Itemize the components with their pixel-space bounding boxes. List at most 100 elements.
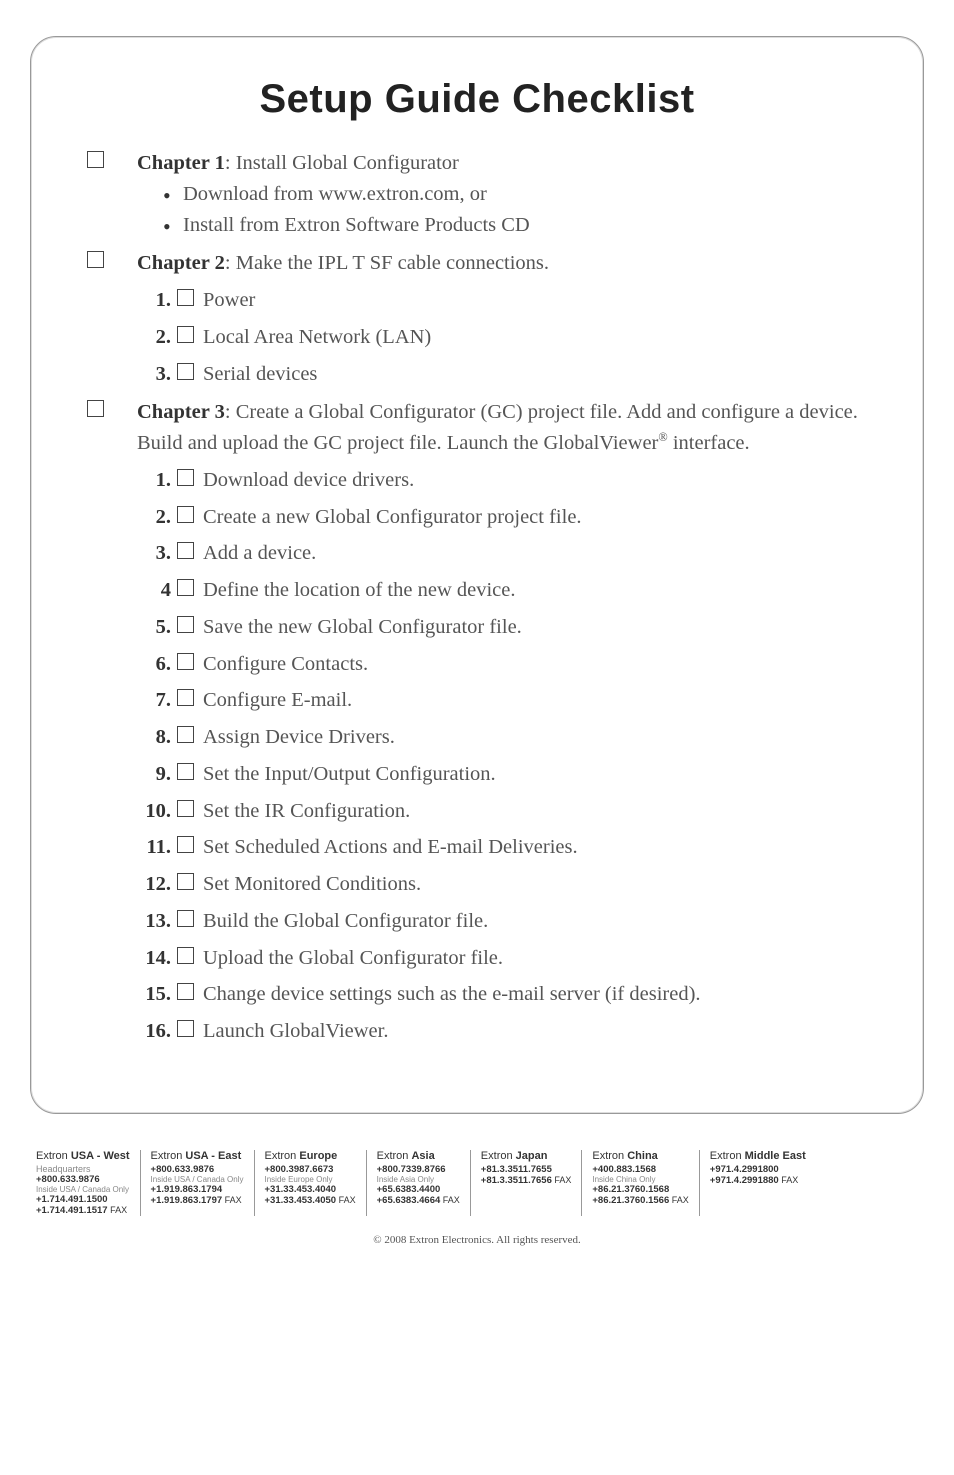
region-label: Extron Middle East [710, 1150, 806, 1162]
region-label: Extron USA - West [36, 1150, 130, 1162]
checklist-item: 13.Build the Global Configurator file. [137, 906, 881, 937]
phone-line: +800.633.9876 [36, 1174, 130, 1185]
item-checkbox-wrap [171, 612, 199, 633]
item-number: 7. [137, 685, 171, 716]
checkbox-icon[interactable] [87, 151, 104, 168]
checklist-item: 10. Set the IR Configuration. [137, 796, 881, 827]
item-number: 5. [137, 612, 171, 643]
checklist-item: 16. Launch GlobalViewer. [137, 1016, 881, 1047]
phone-line: +31.33.453.4050 FAX [265, 1195, 356, 1206]
item-number: 12. [137, 869, 171, 900]
checkbox-icon[interactable] [177, 579, 194, 596]
bullet-item: Download from www.extron.com, or [183, 179, 881, 210]
page: Setup Guide Checklist Chapter 1: Install… [0, 0, 954, 1475]
copyright: © 2008 Extron Electronics. All rights re… [30, 1234, 924, 1246]
phone-line: +81.3.3511.7655 [481, 1164, 572, 1175]
checkbox-icon[interactable] [177, 653, 194, 670]
checkbox-icon[interactable] [177, 1020, 194, 1037]
phone-line: +1.714.491.1517 FAX [36, 1205, 130, 1216]
item-number: 2. [137, 502, 171, 533]
checkbox-icon[interactable] [177, 469, 194, 486]
item-label: Upload the Global Configurator file. [199, 943, 881, 974]
phone-line: +65.6383.4400 [377, 1184, 460, 1195]
checkbox-icon[interactable] [87, 400, 104, 417]
checkbox-icon[interactable] [177, 542, 194, 559]
phone-line: +86.21.3760.1566 FAX [592, 1195, 688, 1206]
chapter-2-heading-tail: : Make the IPL T SF cable connections. [225, 252, 549, 274]
item-number: 10. [137, 796, 171, 827]
item-label: Local Area Network (LAN) [199, 322, 881, 353]
item-checkbox-wrap [171, 575, 199, 596]
footer-columns: Extron USA - WestHeadquarters+800.633.98… [30, 1150, 924, 1216]
checkbox-icon[interactable] [177, 689, 194, 706]
checkbox-icon[interactable] [177, 983, 194, 1000]
checkbox-icon[interactable] [177, 726, 194, 743]
item-checkbox-wrap [171, 759, 199, 780]
phone-note: Inside Europe Only [265, 1175, 356, 1184]
item-number: 3. [137, 359, 171, 390]
item-label: Launch GlobalViewer. [199, 1016, 881, 1047]
chapter-1-heading: Chapter 1 [137, 152, 225, 174]
item-checkbox-wrap [171, 465, 199, 486]
checkbox-icon[interactable] [177, 326, 194, 343]
item-label: Set the IR Configuration. [199, 796, 881, 827]
checkbox-icon[interactable] [177, 910, 194, 927]
item-label: Assign Device Drivers. [199, 722, 881, 753]
checkbox-icon[interactable] [87, 251, 104, 268]
checkbox-icon[interactable] [177, 289, 194, 306]
item-checkbox-wrap [171, 906, 199, 927]
checkbox-icon[interactable] [177, 800, 194, 817]
checklist-item: 2. Create a new Global Configurator proje… [137, 502, 881, 533]
phone-line: +971.4.2991880 FAX [710, 1175, 806, 1186]
checklist-item: 5. Save the new Global Configurator file. [137, 612, 881, 643]
item-number: 2. [137, 322, 171, 353]
phone-line: +1.919.863.1794 [151, 1184, 244, 1195]
checklist-item: 3.Add a device. [137, 538, 881, 569]
item-label: Save the new Global Configurator file. [199, 612, 881, 643]
checkbox-icon[interactable] [177, 363, 194, 380]
item-label: Configure E-mail. [199, 685, 881, 716]
chapter-2-heading: Chapter 2 [137, 252, 225, 274]
item-number: 16. [137, 1016, 171, 1047]
phone-line: +800.633.9876 [151, 1164, 244, 1175]
checkbox-icon[interactable] [177, 763, 194, 780]
checklist-item: 9.Set the Input/Output Configuration. [137, 759, 881, 790]
item-number: 8. [137, 722, 171, 753]
region-sub: Headquarters [36, 1164, 130, 1174]
item-checkbox-wrap [171, 285, 199, 306]
checklist-item: 3. Serial devices [137, 359, 881, 390]
checkbox-icon[interactable] [177, 836, 194, 853]
item-number: 4 [137, 575, 171, 606]
checklist-item: 7. Configure E-mail. [137, 685, 881, 716]
phone-line: +800.7339.8766 [377, 1164, 460, 1175]
item-checkbox-wrap [171, 832, 199, 853]
item-label: Change device settings such as the e-mai… [199, 979, 881, 1010]
footer-column: Extron Japan+81.3.3511.7655+81.3.3511.76… [470, 1150, 582, 1216]
item-label: Set Monitored Conditions. [199, 869, 881, 900]
item-checkbox-wrap [171, 722, 199, 743]
item-checkbox-wrap [171, 322, 199, 343]
footer-column: Extron USA - East+800.633.9876Inside USA… [140, 1150, 254, 1216]
item-label: Serial devices [199, 359, 881, 390]
chapter-3-heading: Chapter 3 [137, 401, 225, 423]
item-label: Build the Global Configurator file. [199, 906, 881, 937]
checkbox-icon[interactable] [177, 506, 194, 523]
item-label: Set Scheduled Actions and E-mail Deliver… [199, 832, 881, 863]
item-number: 3. [137, 538, 171, 569]
phone-note: Inside USA / Canada Only [36, 1185, 130, 1194]
checklist-item: 4Define the location of the new device. [137, 575, 881, 606]
item-checkbox-wrap [171, 685, 199, 706]
phone-note: Inside China Only [592, 1175, 688, 1184]
checklist-item: 15.Change device settings such as the e-… [137, 979, 881, 1010]
page-title: Setup Guide Checklist [73, 77, 881, 122]
checkbox-icon[interactable] [177, 947, 194, 964]
phone-line: +81.3.3511.7656 FAX [481, 1175, 572, 1186]
item-label: Create a new Global Configurator project… [199, 502, 881, 533]
checkbox-icon[interactable] [177, 616, 194, 633]
item-number: 1. [137, 285, 171, 316]
checkbox-icon[interactable] [177, 873, 194, 890]
phone-line: +1.919.863.1797 FAX [151, 1195, 244, 1206]
registered-symbol: ® [658, 430, 667, 444]
chapter-3: Chapter 3: Create a Global Configurator … [73, 397, 881, 1047]
chapter-3-heading-end: interface. [668, 432, 750, 454]
